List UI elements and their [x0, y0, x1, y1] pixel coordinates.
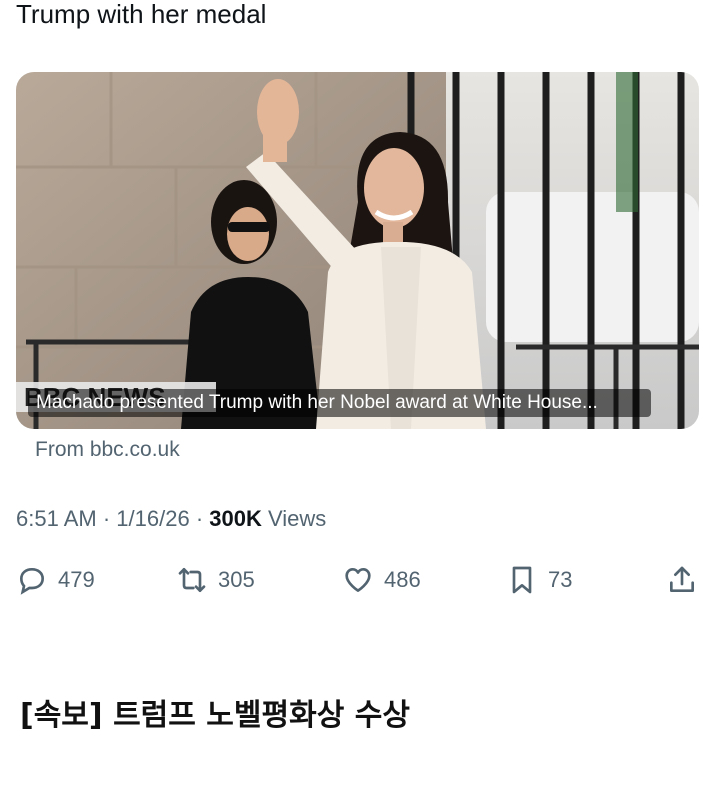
tweet-date[interactable]: 1/16/26 — [116, 506, 189, 531]
tweet-meta: 6:51 AM · 1/16/26 · 300K Views — [16, 506, 326, 532]
reply-icon — [19, 567, 45, 595]
meta-separator: · — [195, 506, 204, 531]
like-button[interactable]: 486 — [342, 560, 421, 600]
tweet-time[interactable]: 6:51 AM — [16, 506, 97, 531]
reply-button[interactable]: 479 — [16, 560, 95, 600]
views-count: 300K — [209, 506, 262, 531]
reply-count: 479 — [58, 567, 95, 592]
card-source[interactable]: From bbc.co.uk — [35, 438, 180, 462]
bookmark-icon — [512, 566, 532, 594]
repost-icon — [178, 568, 206, 592]
like-icon — [345, 568, 371, 592]
views-label: Views — [268, 506, 327, 531]
repost-count: 305 — [218, 567, 255, 592]
tweet-text: Trump with her medal — [16, 0, 267, 29]
share-button[interactable] — [666, 560, 698, 600]
link-card[interactable]: BBC NEWS Machado presented Trump with he… — [16, 72, 699, 429]
action-bar: 479 305 486 73 — [16, 560, 700, 600]
bookmark-button[interactable]: 73 — [506, 560, 572, 600]
share-icon — [670, 566, 694, 592]
korean-headline: [속보] 트럼프 노벨평화상 수상 — [20, 698, 410, 733]
card-photo: BBC NEWS — [16, 72, 699, 429]
card-caption: Machado presented Trump with her Nobel a… — [28, 389, 651, 417]
bookmark-count: 73 — [548, 567, 573, 592]
like-count: 486 — [384, 567, 421, 592]
meta-separator: · — [102, 506, 111, 531]
repost-button[interactable]: 305 — [176, 560, 255, 600]
